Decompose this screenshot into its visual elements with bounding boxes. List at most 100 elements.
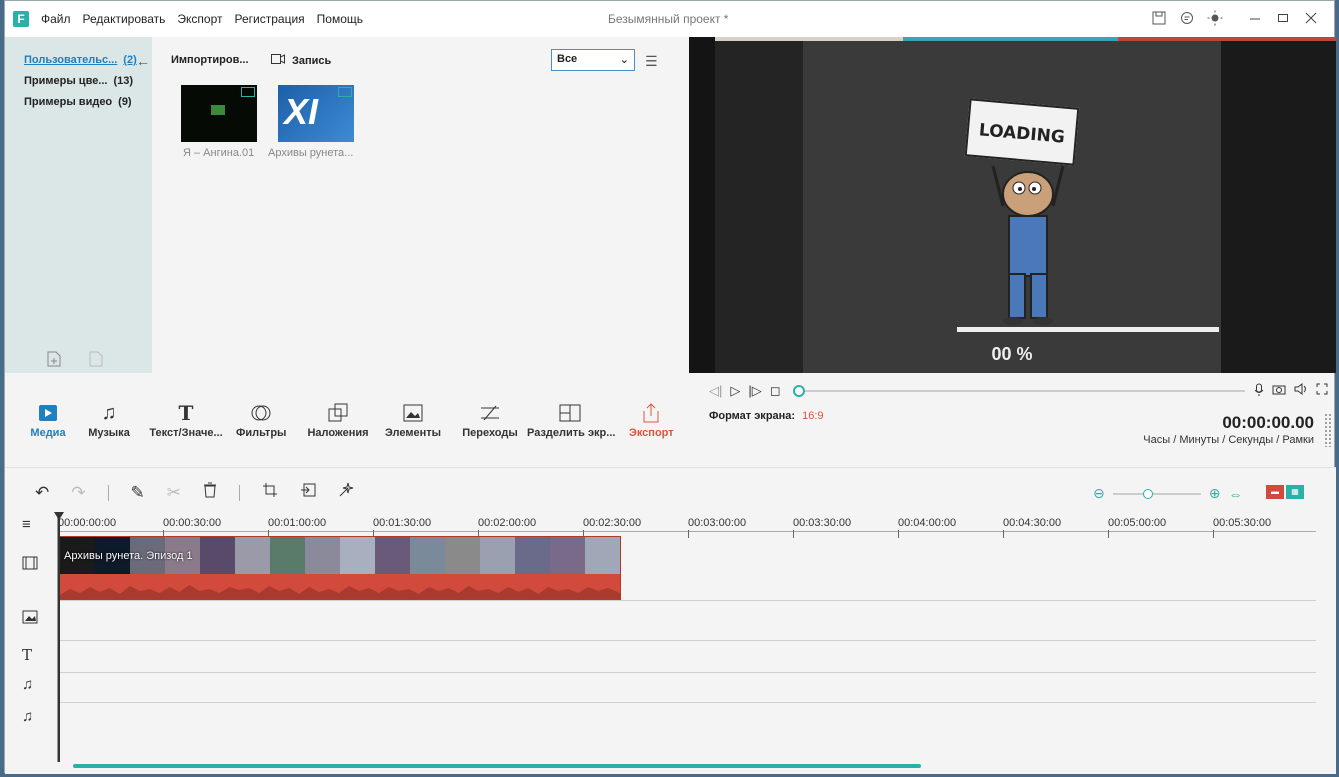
tool-elements[interactable]: Элементы xyxy=(385,399,441,443)
category-count: (2) xyxy=(123,54,137,66)
fit-timeline-icon[interactable]: ⇔ xyxy=(1228,486,1242,502)
step-back-icon[interactable]: ◁| xyxy=(709,383,722,399)
step-forward-icon[interactable]: |▷ xyxy=(748,383,761,399)
minimize-icon[interactable] xyxy=(1247,10,1263,26)
tool-music[interactable]: ♫ Музыка xyxy=(87,399,131,443)
cartoon-character xyxy=(991,165,1065,325)
preview-right-bar xyxy=(1221,41,1336,373)
zoom-in-icon[interactable]: ⊕ xyxy=(1209,485,1221,502)
media-filter-select[interactable]: Все ⌄ xyxy=(551,49,635,71)
title-bar: F Файл Редактировать Экспорт Регистрация… xyxy=(5,1,1334,37)
record-label: Запись xyxy=(292,54,332,67)
camera-icon xyxy=(271,54,285,67)
library-category-colors[interactable]: Примеры цве... (13) xyxy=(24,75,133,87)
menu-bar: Файл Редактировать Экспорт Регистрация П… xyxy=(41,12,363,26)
preview-left-bar xyxy=(715,41,803,373)
save-icon[interactable] xyxy=(1151,10,1167,26)
menu-export[interactable]: Экспорт xyxy=(177,12,222,26)
loading-percent: 00 % xyxy=(991,344,1033,364)
filter-value: Все xyxy=(557,53,578,65)
menu-edit[interactable]: Редактировать xyxy=(83,12,166,26)
library-category-user[interactable]: Пользовательс... (2) xyxy=(24,54,137,66)
tool-filters[interactable]: Фильтры xyxy=(236,399,286,443)
media-label-1: Я – Ангина.01 xyxy=(183,147,255,159)
playhead[interactable] xyxy=(54,512,64,762)
new-folder-icon[interactable] xyxy=(47,351,61,370)
tool-text[interactable]: T Текст/Значе... xyxy=(148,399,224,443)
close-icon[interactable] xyxy=(1303,10,1319,26)
timeline-zoom: ⊖ ⊕ ⇔ xyxy=(1093,485,1242,502)
import-button[interactable]: Импортиров... xyxy=(171,54,249,66)
play-icon[interactable]: ▷ xyxy=(730,383,740,399)
ruler-tick: 00:02:30:00 xyxy=(583,517,642,538)
edit-pencil-icon[interactable]: ✎ xyxy=(131,483,145,503)
track-view-icon[interactable]: ▬ xyxy=(1266,485,1284,499)
fullscreen-icon[interactable] xyxy=(1316,383,1328,400)
list-view-icon[interactable]: ☰ xyxy=(645,53,658,70)
tool-export[interactable]: Экспорт xyxy=(629,399,674,443)
timecode-display: 00:00:00.00 xyxy=(1222,413,1314,432)
track-menu-icon[interactable]: ≡ xyxy=(22,516,31,533)
audio-waveform xyxy=(60,585,620,599)
tool-label: Наложения xyxy=(307,427,369,439)
redo-icon[interactable]: ↷ xyxy=(71,483,85,503)
aspect-ratio[interactable]: Формат экрана: 16:9 xyxy=(709,410,824,422)
volume-icon[interactable] xyxy=(1294,383,1308,400)
grid-view-icon[interactable]: ▦ xyxy=(1286,485,1304,499)
playback-scrubber[interactable] xyxy=(793,385,1245,397)
record-button[interactable]: Запись xyxy=(271,54,331,67)
snapshot-icon[interactable] xyxy=(1272,383,1286,400)
brightness-icon[interactable] xyxy=(1207,10,1223,26)
video-track-icon xyxy=(22,556,38,574)
ruler-tick: 00:01:30:00 xyxy=(373,517,432,538)
overlay-icon xyxy=(307,399,369,427)
thumb-graphic xyxy=(211,105,225,115)
toolbar-separator xyxy=(239,484,240,501)
zoom-slider[interactable] xyxy=(1112,488,1201,499)
crop-icon[interactable] xyxy=(262,482,278,503)
ruler-tick: 00:05:00:00 xyxy=(1108,517,1167,538)
category-count: (13) xyxy=(113,75,134,87)
detach-icon[interactable] xyxy=(300,482,316,503)
collapse-arrow-icon[interactable]: ← xyxy=(136,53,150,69)
ruler-tick: 00:01:00:00 xyxy=(268,517,327,538)
video-clip[interactable]: Архивы рунета. Эпизод 1 xyxy=(59,536,621,600)
ruler-tick: 00:00:30:00 xyxy=(163,517,222,538)
menu-file[interactable]: Файл xyxy=(41,12,71,26)
magic-wand-icon[interactable] xyxy=(338,482,354,503)
tool-split-screen[interactable]: Разделить экр... xyxy=(527,399,615,443)
category-count: (9) xyxy=(118,96,132,108)
zoom-out-icon[interactable]: ⊖ xyxy=(1093,485,1105,502)
tools-toolbar: Медиа ♫ Музыка T Текст/Значе... Фильтры … xyxy=(5,373,689,467)
feedback-icon[interactable] xyxy=(1179,10,1195,26)
microphone-icon[interactable] xyxy=(1254,383,1264,400)
track-divider xyxy=(58,702,1316,703)
video-badge-icon xyxy=(241,87,255,97)
zoom-slider-handle[interactable] xyxy=(1142,488,1153,499)
time-ruler[interactable]: 00:00:00:00 00:00:30:00 00:01:00:00 00:0… xyxy=(58,512,1316,538)
timeline-scrollbar[interactable] xyxy=(73,764,921,768)
tool-transitions[interactable]: Переходы xyxy=(462,399,518,443)
undo-icon[interactable]: ↶ xyxy=(35,483,49,503)
resize-grip[interactable] xyxy=(1324,413,1332,447)
media-thumbnail-2[interactable]: XI xyxy=(278,85,354,142)
tool-overlays[interactable]: Наложения xyxy=(307,399,369,443)
media-thumbnail-1[interactable] xyxy=(181,85,257,142)
library-category-videos[interactable]: Примеры видео (9) xyxy=(24,96,132,108)
menu-register[interactable]: Регистрация xyxy=(235,12,305,26)
trash-icon[interactable] xyxy=(203,482,217,503)
maximize-icon[interactable] xyxy=(1275,10,1291,26)
app-logo: F xyxy=(13,11,29,27)
timeline-tracks[interactable]: 00:00:00:00 00:00:30:00 00:01:00:00 00:0… xyxy=(54,512,1316,762)
track-headers: ≡ T ♫ ♫ xyxy=(5,512,57,775)
scissors-icon[interactable]: ✂ xyxy=(167,483,181,503)
delete-folder-icon[interactable] xyxy=(89,351,103,370)
stop-icon[interactable]: ◻ xyxy=(770,383,781,399)
ruler-tick: 00:03:30:00 xyxy=(793,517,852,538)
transport-controls: ◁| ▷ |▷ ◻ xyxy=(709,383,781,399)
scrubber-handle[interactable] xyxy=(793,385,805,397)
preview-window: LOADING 00 % xyxy=(689,37,1336,373)
menu-help[interactable]: Помощь xyxy=(317,12,363,26)
tool-media[interactable]: Медиа xyxy=(29,399,67,443)
timeline-toolbar: ↶ ↷ ✎ ✂ xyxy=(35,482,354,503)
